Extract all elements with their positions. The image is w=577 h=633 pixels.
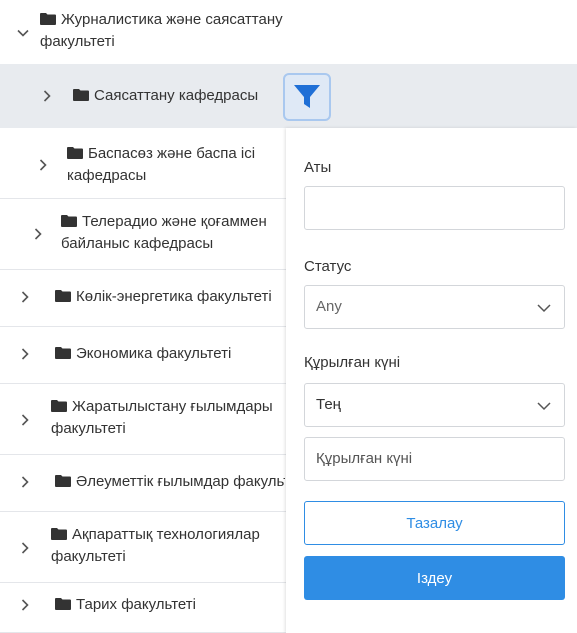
chevron-right-icon[interactable] [18, 413, 32, 427]
folder-icon [40, 13, 56, 25]
created-label: Құрылған күні [304, 354, 401, 371]
chevron-right-icon[interactable] [31, 227, 45, 241]
chevron-down-icon [536, 398, 552, 414]
folder-icon [55, 598, 71, 610]
tree-item-label: Тарих факультеті [55, 594, 285, 616]
tree-item-label: Ақпараттық технологиялар факультеті [51, 526, 260, 565]
tree-item-label: Әлеуметтік ғылымдар факультеті [55, 471, 285, 493]
folder-icon [55, 347, 71, 359]
status-select[interactable]: Any [304, 285, 565, 329]
folder-icon [55, 475, 71, 487]
tree-row[interactable]: Журналистика және саясаттану факультеті [0, 0, 577, 64]
chevron-right-icon[interactable] [36, 158, 50, 172]
tree-item-label: Баспасөз және баспа ісі кафедрасы [67, 145, 256, 184]
tree-item-label: Журналистика және саясаттану факультеті [40, 11, 283, 50]
folder-icon [67, 147, 83, 159]
chevron-right-icon[interactable] [18, 475, 32, 489]
tree-item-label: Көлік-энергетика факультеті [55, 286, 285, 308]
chevron-down-icon [536, 300, 552, 316]
tree-item-label: Саясаттану кафедрасы [73, 85, 283, 107]
created-operator-value: Тең [316, 396, 341, 413]
folder-icon [61, 215, 77, 227]
chevron-right-icon[interactable] [18, 347, 32, 361]
filter-panel: Аты Статус Any Құрылған күні Тең Құрылға… [286, 128, 577, 633]
folder-icon [51, 528, 67, 540]
chevron-down-icon[interactable] [16, 26, 30, 40]
filter-button[interactable] [283, 73, 331, 121]
tree-item-label: Экономика факультеті [55, 343, 285, 365]
tree-item-label: Телерадио және қоғаммен байланыс кафедра… [61, 213, 267, 252]
name-input[interactable] [304, 186, 565, 230]
created-date-input[interactable]: Құрылған күні [304, 437, 565, 481]
folder-icon [51, 400, 67, 412]
chevron-right-icon[interactable] [18, 290, 32, 304]
filter-icon [293, 84, 321, 110]
folder-icon [73, 89, 89, 101]
status-label: Статус [304, 258, 352, 275]
chevron-right-icon[interactable] [40, 89, 54, 103]
created-date-placeholder: Құрылған күні [316, 450, 413, 467]
clear-button[interactable]: Тазалау [304, 501, 565, 545]
created-operator-select[interactable]: Тең [304, 383, 565, 427]
search-button[interactable]: Іздеу [304, 556, 565, 600]
chevron-right-icon[interactable] [18, 598, 32, 612]
folder-icon [55, 290, 71, 302]
chevron-right-icon[interactable] [18, 541, 32, 555]
name-label: Аты [304, 159, 332, 176]
tree-item-label: Жаратылыстану ғылымдары факультеті [51, 398, 273, 437]
status-select-value: Any [316, 298, 342, 315]
